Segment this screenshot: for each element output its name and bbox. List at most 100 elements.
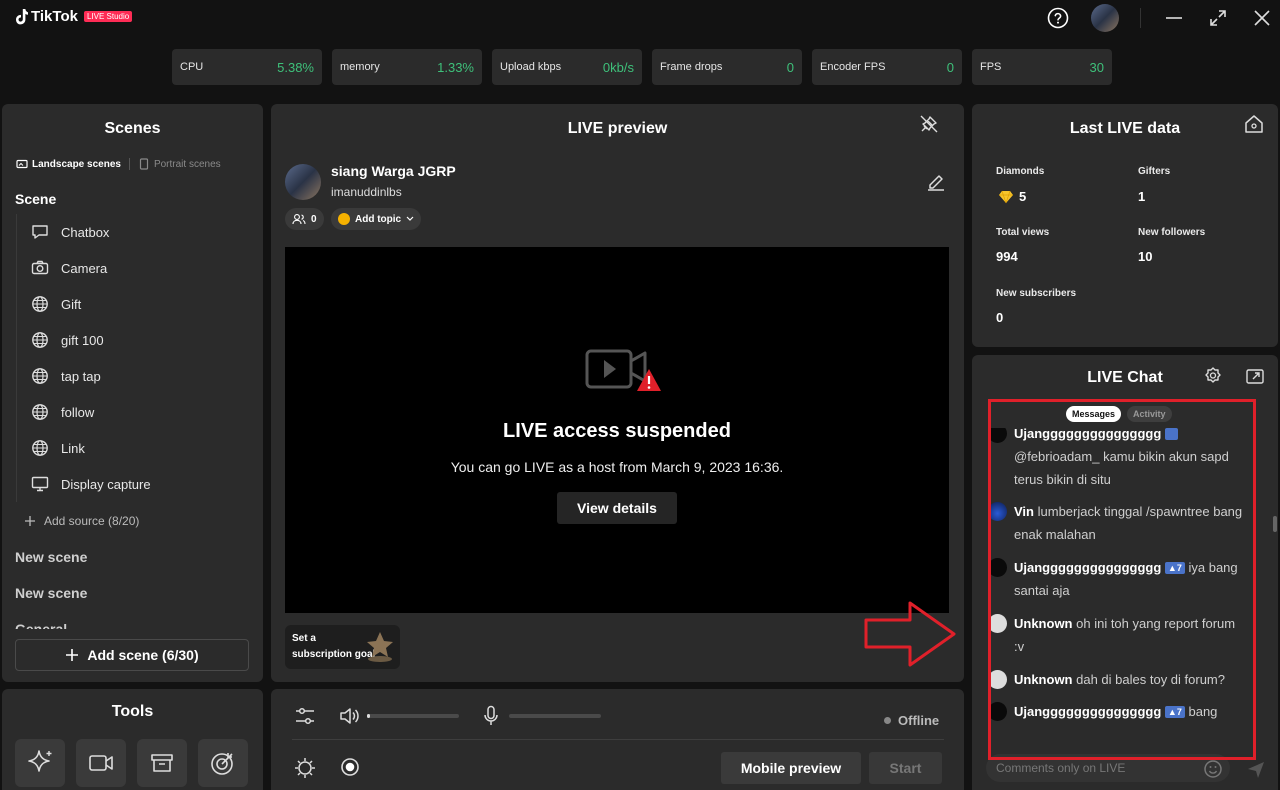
goal-tool-button[interactable] bbox=[198, 739, 248, 787]
stat-encoder-fps: Encoder FPS 0 bbox=[812, 49, 962, 85]
portrait-icon bbox=[139, 158, 149, 170]
source-item[interactable]: Camera bbox=[17, 250, 248, 286]
tools-title: Tools bbox=[111, 703, 154, 720]
active-scene-label[interactable]: Scene bbox=[15, 191, 56, 207]
stat-cpu: CPU 5.38% bbox=[172, 49, 322, 85]
source-item[interactable]: Display capture bbox=[17, 466, 248, 502]
help-icon[interactable] bbox=[1047, 7, 1069, 29]
video-preview: LIVE access suspended You can go LIVE as… bbox=[285, 247, 949, 613]
microphone-volume-slider[interactable] bbox=[509, 714, 601, 718]
record-icon[interactable] bbox=[340, 757, 360, 777]
camera-icon bbox=[31, 259, 49, 277]
globe-icon bbox=[31, 331, 49, 349]
sparkle-icon bbox=[28, 750, 52, 772]
add-scene-label: Add scene (6/30) bbox=[87, 647, 199, 663]
settings-sliders-icon[interactable] bbox=[294, 706, 316, 726]
source-label: follow bbox=[61, 404, 95, 420]
camera-tool-button[interactable] bbox=[76, 739, 126, 787]
speaker-icon[interactable] bbox=[339, 707, 359, 725]
edit-icon[interactable] bbox=[926, 172, 946, 192]
stat-label: FPS bbox=[980, 61, 1002, 73]
stat-value: 30 bbox=[1089, 59, 1104, 75]
user-avatar[interactable] bbox=[1091, 4, 1119, 32]
stat-label: memory bbox=[340, 61, 380, 73]
performance-stats: CPU 5.38% memory 1.33% Upload kbps 0kb/s Fr… bbox=[172, 49, 1112, 85]
live-studio-badge: LIVE Studio bbox=[83, 11, 133, 22]
source-item[interactable]: gift 100 bbox=[17, 322, 248, 358]
source-item[interactable]: Link bbox=[17, 430, 248, 466]
stat-value: 0 bbox=[786, 59, 794, 75]
add-source-button[interactable]: Add source (8/20) bbox=[24, 514, 139, 528]
trophy-icon bbox=[363, 629, 397, 663]
host-handle: imanuddinlbs bbox=[331, 185, 402, 199]
pin-off-icon[interactable] bbox=[919, 114, 939, 134]
source-item[interactable]: Chatbox bbox=[17, 214, 248, 250]
close-icon[interactable] bbox=[1253, 9, 1271, 27]
source-item[interactable]: follow bbox=[17, 394, 248, 430]
start-live-button[interactable]: Start bbox=[869, 752, 942, 784]
new-followers-label: New followers bbox=[1138, 227, 1206, 238]
source-label: tap tap bbox=[61, 368, 101, 384]
speaker-volume-slider[interactable] bbox=[367, 714, 459, 718]
red-arrow-annotation bbox=[863, 600, 957, 668]
last-live-data-panel: Last LIVE data bbox=[972, 104, 1278, 347]
video-warning-icon bbox=[585, 347, 665, 397]
view-details-button[interactable]: View details bbox=[557, 492, 677, 524]
microphone-icon[interactable] bbox=[483, 705, 499, 727]
people-icon bbox=[292, 214, 306, 225]
effects-tool-button[interactable] bbox=[15, 739, 65, 787]
brightness-icon[interactable] bbox=[294, 757, 316, 779]
stat-value: 1.33% bbox=[437, 59, 474, 75]
host-name: siang Warga JGRP bbox=[331, 163, 456, 179]
total-views-value: 994 bbox=[996, 249, 1018, 264]
stat-value: 5.38% bbox=[277, 59, 314, 75]
source-list: Chatbox Camera Gift gift 100 tap tap fol… bbox=[16, 214, 248, 502]
source-item[interactable]: Gift bbox=[17, 286, 248, 322]
new-followers-value: 10 bbox=[1138, 249, 1153, 264]
scene-item[interactable]: New scene bbox=[15, 549, 87, 565]
store-tool-button[interactable] bbox=[137, 739, 187, 787]
maximize-icon[interactable] bbox=[1209, 9, 1227, 27]
subscription-goal-button[interactable]: Set a subscription goal bbox=[285, 625, 400, 669]
stream-status: Offline bbox=[884, 713, 939, 728]
minimize-icon[interactable] bbox=[1164, 10, 1184, 26]
video-camera-icon bbox=[89, 755, 113, 771]
comment-placeholder: Comments only on LIVE bbox=[996, 761, 1126, 775]
source-label: gift 100 bbox=[61, 332, 104, 348]
tab-portrait-label: Portrait scenes bbox=[153, 158, 221, 170]
live-chat-title: LIVE Chat bbox=[1087, 369, 1163, 386]
tab-portrait-scenes[interactable]: Portrait scenes bbox=[138, 158, 221, 170]
stat-label: Frame drops bbox=[660, 61, 723, 73]
source-item[interactable]: tap tap bbox=[17, 358, 248, 394]
stat-fps: FPS 30 bbox=[972, 49, 1112, 85]
total-views-label: Total views bbox=[996, 227, 1050, 238]
title-divider bbox=[1140, 8, 1141, 28]
source-label: Display capture bbox=[61, 476, 151, 492]
live-preview-title: LIVE preview bbox=[567, 120, 668, 137]
scene-item[interactable]: General bbox=[15, 621, 67, 629]
monitor-icon bbox=[31, 475, 49, 493]
mobile-preview-button[interactable]: Mobile preview bbox=[721, 752, 861, 784]
controls-divider bbox=[292, 739, 944, 740]
home-icon[interactable] bbox=[1244, 114, 1264, 134]
chevron-down-icon bbox=[406, 216, 414, 221]
stat-frame-drops: Frame drops 0 bbox=[652, 49, 802, 85]
globe-icon bbox=[31, 295, 49, 313]
chat-scrollbar[interactable] bbox=[1273, 516, 1277, 532]
source-label: Link bbox=[61, 440, 85, 456]
tab-landscape-scenes[interactable]: Landscape scenes bbox=[16, 159, 121, 170]
popout-icon[interactable] bbox=[1245, 366, 1265, 386]
tiktok-logo-icon bbox=[16, 8, 28, 24]
send-icon[interactable] bbox=[1246, 759, 1266, 779]
emoji-icon[interactable] bbox=[1203, 759, 1223, 779]
chat-settings-icon[interactable] bbox=[1203, 366, 1223, 386]
source-label: Chatbox bbox=[61, 224, 110, 240]
add-topic-button[interactable]: Add topic bbox=[331, 208, 422, 230]
last-live-title: Last LIVE data bbox=[1069, 120, 1181, 137]
diamonds-value: 5 bbox=[998, 189, 1026, 204]
tab-landscape-label: Landscape scenes bbox=[32, 158, 121, 170]
scene-item[interactable]: New scene bbox=[15, 585, 87, 601]
scenes-title: Scenes bbox=[104, 120, 161, 137]
stat-label: Upload kbps bbox=[500, 61, 562, 73]
add-scene-button[interactable]: Add scene (6/30) bbox=[15, 639, 249, 671]
